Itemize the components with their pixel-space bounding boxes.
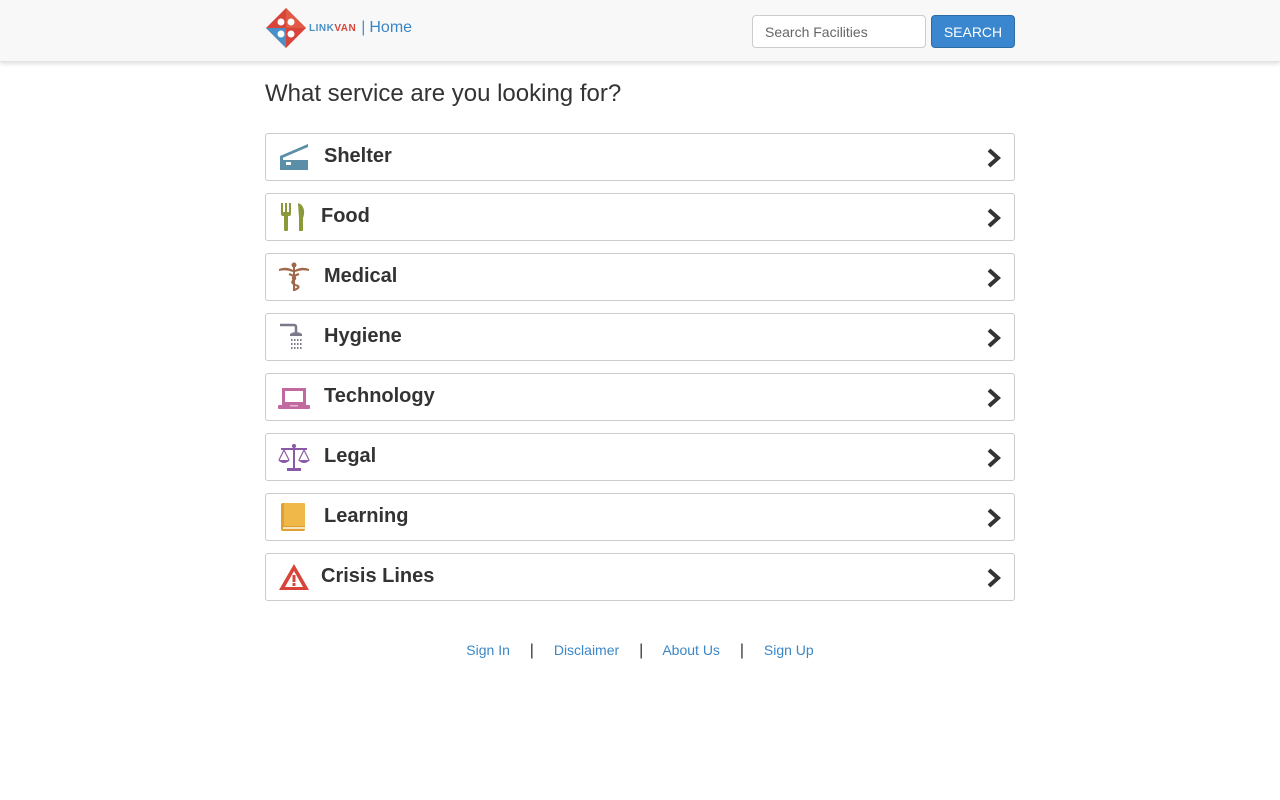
chevron-right-icon [986, 508, 1002, 528]
service-label: Medical [324, 265, 398, 287]
search-button[interactable]: SEARCH [931, 15, 1015, 48]
footer-separator: | [639, 642, 644, 659]
chevron-right-icon [986, 568, 1002, 588]
service-label: Food [321, 205, 370, 227]
chevron-right-icon [986, 148, 1002, 168]
book-icon [278, 502, 310, 532]
service-item-shelter[interactable]: Shelter [265, 133, 1015, 181]
service-item-technology[interactable]: Technology [265, 373, 1015, 421]
fork-knife-icon [278, 202, 310, 232]
search-input[interactable] [752, 15, 926, 48]
service-label: Hygiene [324, 325, 402, 347]
sign-in-link[interactable]: Sign In [466, 642, 510, 658]
service-label: Technology [324, 385, 435, 407]
page-title: What service are you looking for? [265, 80, 622, 107]
brand-separator: | [361, 19, 366, 36]
service-label: Shelter [324, 145, 392, 167]
chevron-right-icon [986, 388, 1002, 408]
footer-separator: | [529, 642, 534, 659]
service-list: Shelter Food Medical Hygiene Technology … [265, 133, 1015, 613]
caduceus-icon [278, 262, 310, 292]
brand-home-link[interactable]: LINKVAN | Home [265, 6, 412, 50]
service-label: Crisis Lines [321, 565, 435, 587]
sign-up-link[interactable]: Sign Up [764, 642, 814, 658]
service-item-learning[interactable]: Learning [265, 493, 1015, 541]
logo-wordmark: LINKVAN [309, 22, 357, 34]
service-item-crisis-lines[interactable]: Crisis Lines [265, 553, 1015, 601]
service-item-legal[interactable]: Legal [265, 433, 1015, 481]
home-link-label[interactable]: Home [369, 19, 412, 37]
warning-icon [278, 562, 310, 592]
service-item-food[interactable]: Food [265, 193, 1015, 241]
chevron-right-icon [986, 328, 1002, 348]
chevron-right-icon [986, 268, 1002, 288]
navbar: LINKVAN | Home SEARCH [0, 0, 1280, 62]
scales-icon [278, 442, 310, 472]
laptop-icon [278, 382, 310, 412]
linkvan-logo-icon [265, 7, 307, 49]
chevron-right-icon [986, 208, 1002, 228]
service-label: Legal [324, 445, 377, 467]
shower-icon [278, 322, 310, 352]
footer-separator: | [739, 642, 744, 659]
bed-icon [278, 142, 310, 172]
service-item-medical[interactable]: Medical [265, 253, 1015, 301]
footer-links: Sign In | Disclaimer | About Us | Sign U… [0, 642, 1280, 660]
disclaimer-link[interactable]: Disclaimer [554, 642, 619, 658]
service-label: Learning [324, 505, 409, 527]
about-us-link[interactable]: About Us [662, 642, 720, 658]
chevron-right-icon [986, 448, 1002, 468]
service-item-hygiene[interactable]: Hygiene [265, 313, 1015, 361]
